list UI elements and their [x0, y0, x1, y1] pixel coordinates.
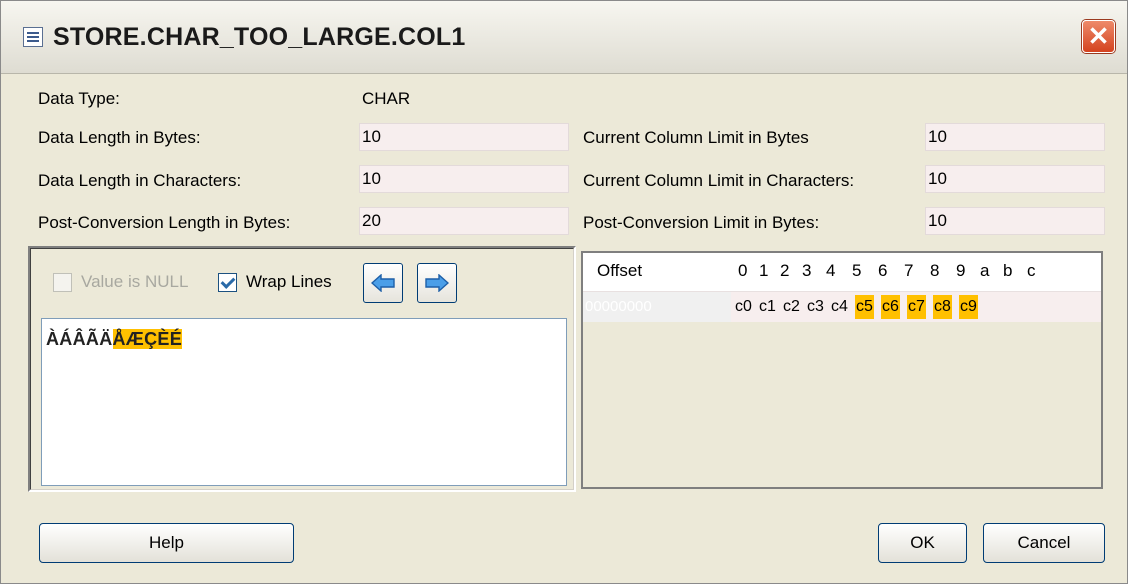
next-button[interactable]: [417, 263, 457, 303]
title-bar[interactable]: STORE.CHAR_TOO_LARGE.COL1 ✕: [1, 1, 1127, 74]
hex-byte-highlighted: c6: [881, 295, 900, 319]
value-null-checkbox[interactable]: [53, 273, 72, 292]
cancel-button[interactable]: Cancel: [983, 523, 1105, 563]
hex-col-header: 3: [802, 261, 812, 280]
hex-col-header: 4: [826, 261, 836, 280]
offset-header: Offset: [597, 261, 643, 280]
column-limit-chars-field: 10: [925, 165, 1105, 193]
value-null-label: Value is NULL: [81, 272, 189, 291]
hex-byte-highlighted: c7: [907, 295, 926, 319]
hex-header-row: Offset 0 1 2 3 4 5 6 7 8 9 a b c: [583, 253, 1101, 292]
hex-col-header: c: [1027, 261, 1036, 280]
close-button[interactable]: ✕: [1082, 20, 1115, 53]
hex-col-header: 2: [780, 261, 790, 280]
post-conversion-limit-field: 10: [925, 207, 1105, 235]
value-text: ÀÁÂÃÄÅÆÇÈÉ: [46, 329, 183, 350]
hex-col-header: 8: [930, 261, 940, 280]
window-title: STORE.CHAR_TOO_LARGE.COL1: [53, 23, 466, 51]
help-button[interactable]: Help: [39, 523, 294, 563]
hex-byte: c2: [783, 298, 800, 315]
hex-col-header: 0: [738, 261, 748, 280]
previous-button[interactable]: [363, 263, 403, 303]
value-text-highlighted: ÅÆÇÈÉ: [112, 329, 183, 349]
hex-byte-highlighted: c9: [959, 295, 978, 319]
wrap-lines-label: Wrap Lines: [246, 272, 332, 291]
column-limit-bytes-label: Current Column Limit in Bytes: [583, 128, 809, 147]
dialog-window: STORE.CHAR_TOO_LARGE.COL1 ✕ Data Type: C…: [0, 0, 1128, 584]
row-offset: 00000000: [583, 292, 731, 322]
data-length-bytes-field: 10: [359, 123, 569, 151]
hex-byte: c1: [759, 298, 776, 315]
data-length-bytes-label: Data Length in Bytes:: [38, 128, 201, 147]
post-conversion-length-field: 20: [359, 207, 569, 235]
hex-col-header: 7: [904, 261, 914, 280]
hex-col-header: 1: [759, 261, 769, 280]
data-type-value: CHAR: [362, 89, 411, 108]
hex-col-header: a: [980, 261, 990, 280]
hex-byte: c3: [807, 298, 824, 315]
data-type-label: Data Type:: [38, 89, 120, 108]
post-conversion-length-label: Post-Conversion Length in Bytes:: [38, 213, 291, 232]
hex-col-header: 6: [878, 261, 888, 280]
hex-col-header: b: [1003, 261, 1013, 280]
hex-byte: c4: [831, 298, 848, 315]
hex-col-header: 5: [852, 261, 862, 280]
data-length-chars-label: Data Length in Characters:: [38, 171, 242, 190]
data-length-chars-field: 10: [359, 165, 569, 193]
value-text-normal: ÀÁÂÃÄ: [46, 329, 113, 349]
hex-byte-highlighted: c5: [855, 295, 874, 319]
arrow-right-icon: [425, 274, 449, 292]
table-icon: [23, 27, 43, 47]
column-limit-chars-label: Current Column Limit in Characters:: [583, 171, 855, 190]
hex-col-header: 9: [956, 261, 966, 280]
hex-view-panel[interactable]: Offset 0 1 2 3 4 5 6 7 8 9 a b c 0000000…: [581, 251, 1103, 489]
hex-byte-highlighted: c8: [933, 295, 952, 319]
column-limit-bytes-field: 10: [925, 123, 1105, 151]
ok-button[interactable]: OK: [878, 523, 967, 563]
post-conversion-limit-label: Post-Conversion Limit in Bytes:: [583, 213, 820, 232]
value-text-area[interactable]: ÀÁÂÃÄÅÆÇÈÉ: [41, 318, 567, 486]
hex-data-row[interactable]: 00000000 c0 c1 c2 c3 c4 c5 c6 c7 c8 c9: [583, 292, 1101, 322]
wrap-lines-checkbox[interactable]: [218, 273, 237, 292]
arrow-left-icon: [371, 274, 395, 292]
hex-byte: c0: [735, 298, 752, 315]
